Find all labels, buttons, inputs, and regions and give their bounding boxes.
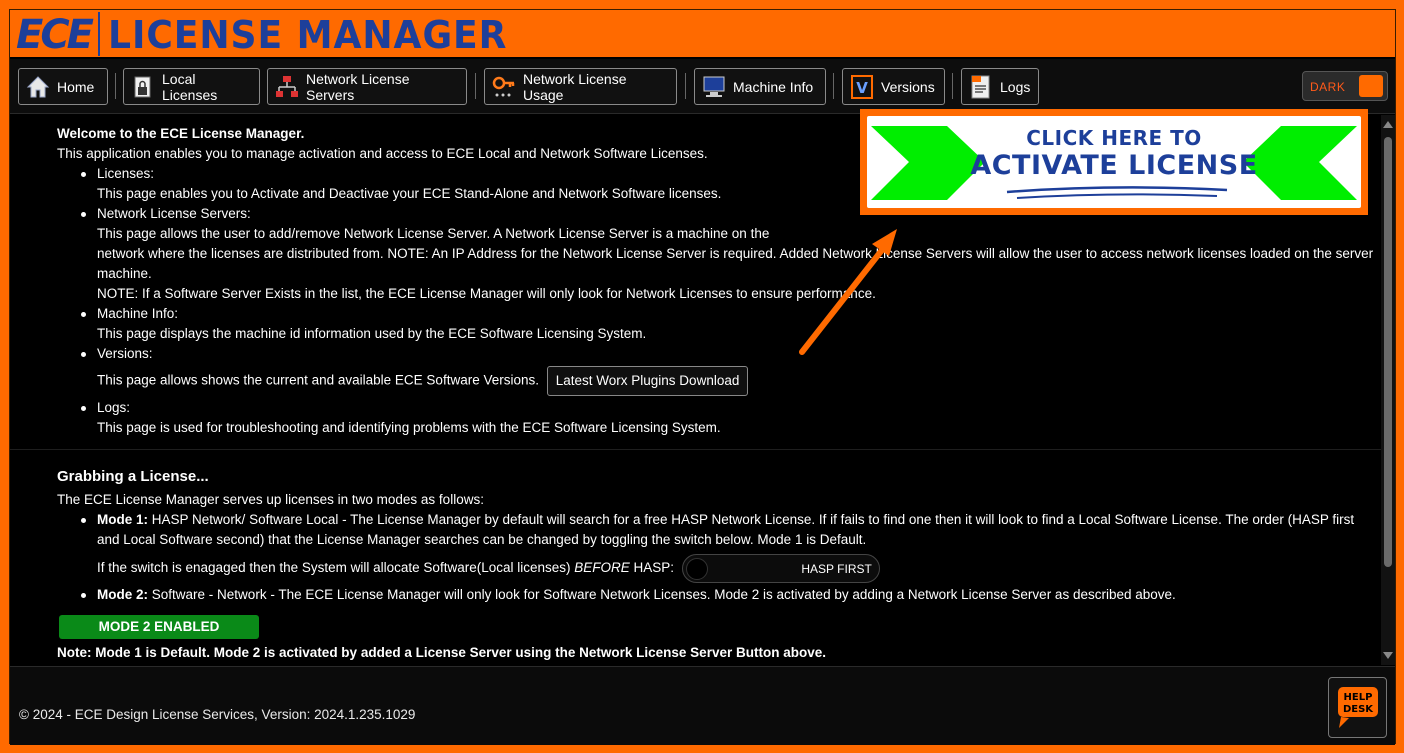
item-desc-row: This page allows shows the current and a… (97, 366, 1377, 396)
switch-text-post: HASP: (633, 560, 675, 576)
local-license-icon (130, 74, 156, 100)
nav-separator (685, 73, 686, 99)
nav-logs-button[interactable]: Logs (961, 68, 1039, 105)
scroll-down-arrow-icon[interactable] (1383, 652, 1393, 659)
mode-status-badge: MODE 2 ENABLED (59, 615, 259, 639)
mode-list: Mode 1: HASP Network/ Software Local - T… (81, 510, 1377, 605)
network-server-icon (274, 74, 300, 100)
key-usage-icon (491, 74, 517, 100)
mode2-text: Software - Network - The ECE License Man… (151, 587, 1176, 602)
logs-icon (968, 74, 994, 100)
mode-note: Note: Mode 1 is Default. Mode 2 is activ… (57, 645, 826, 660)
hasp-toggle-label: HASP FIRST (801, 562, 872, 576)
nav-machine-info-label: Machine Info (733, 78, 814, 95)
mode2-label: Mode 2: (97, 587, 149, 602)
list-item: Mode 1: HASP Network/ Software Local - T… (81, 510, 1377, 583)
machine-info-icon (701, 74, 727, 100)
nav-network-license-usage-button[interactable]: Network License Usage (484, 68, 677, 105)
footer: © 2024 - ECE Design License Services, Ve… (10, 666, 1395, 745)
dark-mode-toggle[interactable]: DARK (1302, 71, 1388, 101)
nav-separator (475, 73, 476, 99)
nav-network-servers-label: Network License Servers (306, 70, 410, 103)
nav-local-licenses-label: Local Licenses (162, 70, 218, 103)
versions-icon: V (849, 74, 875, 100)
item-desc: NOTE: If a Software Server Exists in the… (97, 286, 876, 301)
banner-inner: CLICK HERE TO ACTIVATE LICENSE (867, 116, 1361, 208)
nav-separator (115, 73, 116, 99)
list-item: Logs: This page is used for troubleshoot… (81, 398, 1377, 438)
nav-separator (952, 73, 953, 99)
nav-logs-label: Logs (1000, 78, 1031, 95)
help-line1: HELP (1344, 692, 1373, 703)
item-desc: This page allows the user to add/remove … (97, 226, 770, 241)
content-scrollbar[interactable] (1381, 115, 1395, 665)
mode1-label: Mode 1: (97, 512, 149, 527)
dark-mode-label: DARK (1310, 80, 1346, 94)
logo-text: ECE (16, 12, 94, 58)
item-title: Logs: (97, 400, 131, 415)
hasp-first-toggle[interactable]: HASP FIRST (681, 554, 880, 583)
nav-home-label: Home (57, 78, 95, 95)
scroll-thumb[interactable] (1384, 137, 1392, 567)
copyright-text: © 2024 - ECE Design License Services, Ve… (19, 707, 416, 722)
ece-logo: ECE (14, 12, 100, 58)
help-line2: DESK (1343, 704, 1374, 715)
item-desc: This page allows shows the current and a… (97, 372, 539, 388)
item-desc: This page displays the machine id inform… (97, 326, 647, 341)
grabbing-heading: Grabbing a License... (57, 468, 209, 485)
nav-versions-button[interactable]: V Versions (842, 68, 945, 105)
hasp-toggle-knob (685, 558, 708, 580)
nav-versions-label: Versions (881, 78, 935, 95)
svg-text:V: V (856, 79, 868, 97)
nav-local-licenses-button[interactable]: Local Licenses (123, 68, 260, 105)
nav-separator (833, 73, 834, 99)
nav-network-license-servers-button[interactable]: Network License Servers (267, 68, 467, 105)
banner-line2: ACTIVATE LICENSE (970, 150, 1258, 181)
dark-mode-knob (1359, 75, 1383, 97)
list-item: Machine Info: This page displays the mac… (81, 304, 1377, 344)
item-title: Versions: (97, 346, 153, 361)
list-item: Versions: This page allows shows the cur… (81, 344, 1377, 396)
grabbing-section: Grabbing a License... The ECE License Ma… (57, 467, 1377, 605)
latest-worx-plugins-download-button[interactable]: Latest Worx Plugins Download (546, 366, 749, 396)
app-title: LICENSE MANAGER (108, 13, 508, 57)
nav-bar: Home Local Licenses Network License Serv… (10, 59, 1395, 114)
activate-license-banner[interactable]: CLICK HERE TO ACTIVATE LICENSE (860, 109, 1368, 215)
nav-home-button[interactable]: Home (18, 68, 108, 105)
switch-text-pre: If the switch is enagaged then the Syste… (97, 560, 571, 576)
scroll-up-arrow-icon[interactable] (1383, 121, 1393, 128)
help-desk-icon: HELP DESK (1338, 687, 1378, 728)
section-divider (10, 449, 1383, 450)
home-icon (25, 74, 51, 100)
switch-text-em: BEFORE (574, 560, 630, 576)
nav-machine-info-button[interactable]: Machine Info (694, 68, 826, 105)
hasp-switch-row: If the switch is enagaged then the Syste… (97, 554, 1377, 583)
mode1-text: HASP Network/ Software Local - The Licen… (97, 512, 1355, 547)
help-desk-button[interactable]: HELP DESK (1328, 677, 1387, 738)
banner-line1: CLICK HERE TO (1026, 126, 1202, 150)
item-desc: This page is used for troubleshooting an… (97, 420, 721, 435)
grabbing-intro: The ECE License Manager serves up licens… (57, 492, 484, 507)
item-desc: network where the licenses are distribut… (97, 246, 1374, 281)
title-bar: ECE LICENSE MANAGER (10, 10, 1395, 58)
list-item: Mode 2: Software - Network - The ECE Lic… (81, 585, 1377, 605)
list-item: Network License Servers: This page allow… (81, 204, 1377, 304)
nav-network-usage-label: Network License Usage (523, 70, 627, 103)
item-title: Machine Info: (97, 306, 179, 321)
